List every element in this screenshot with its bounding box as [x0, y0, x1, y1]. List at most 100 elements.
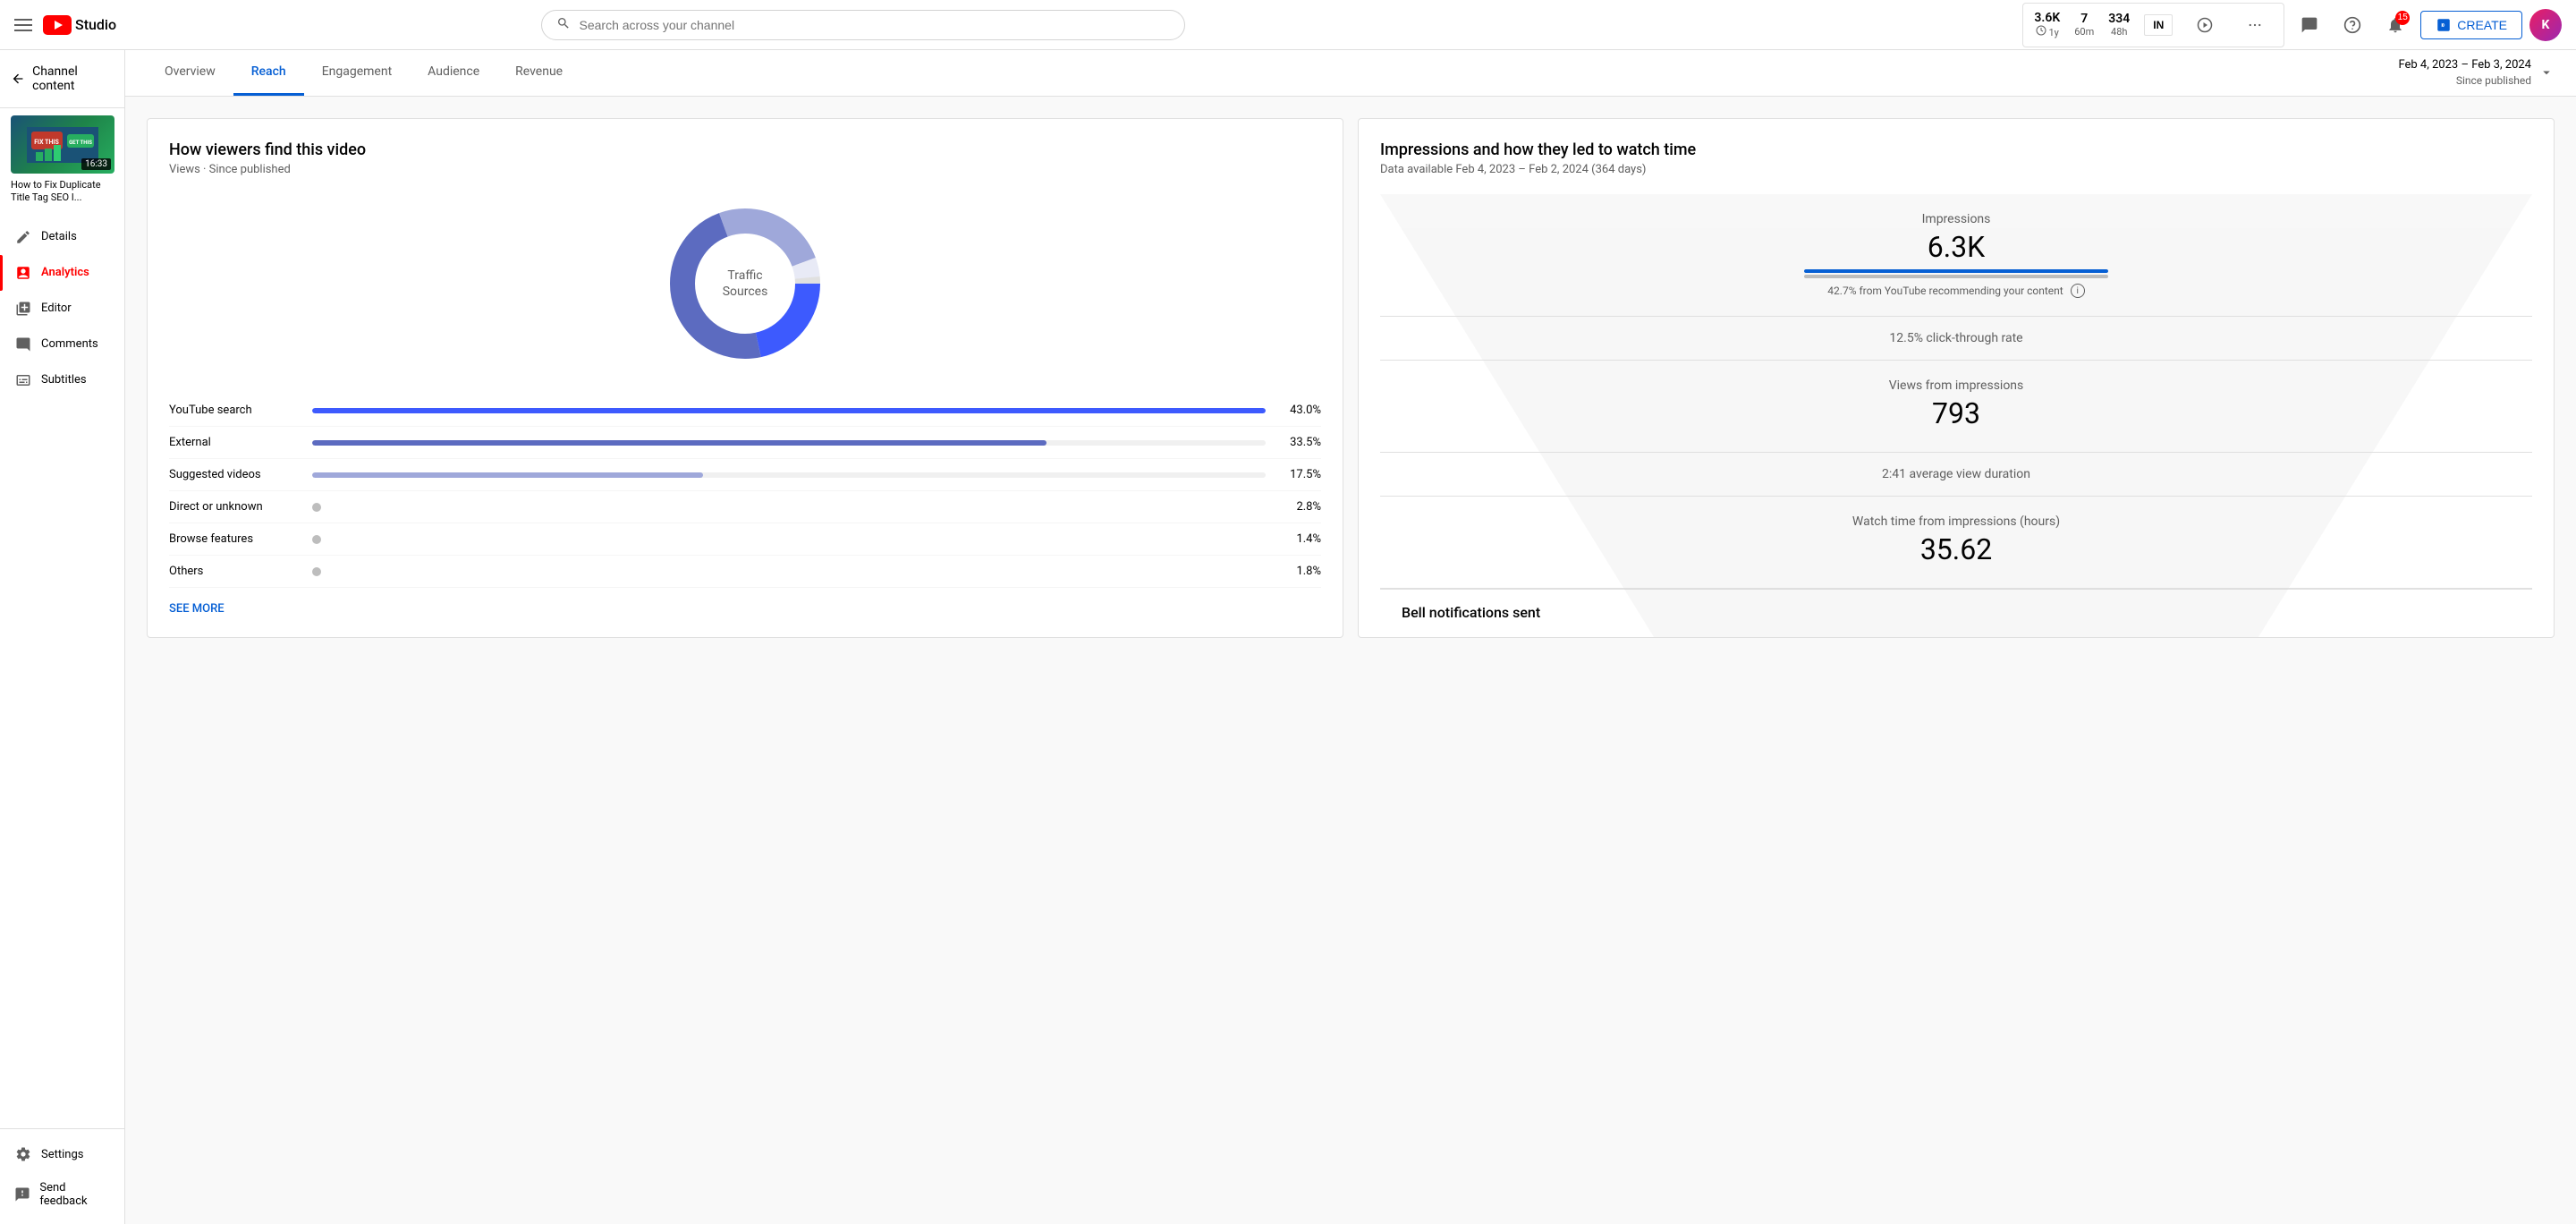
settings-icon: [14, 1145, 32, 1163]
tab-reach[interactable]: Reach: [233, 50, 304, 96]
studio-icon-btn[interactable]: IN: [2144, 14, 2173, 36]
sidebar-item-editor[interactable]: Editor: [0, 291, 124, 327]
tab-overview[interactable]: Overview: [147, 50, 233, 96]
watch-time-value: 35.62: [1394, 532, 2518, 566]
feedback-icon: [14, 1186, 30, 1203]
donut-center-label1: Traffic: [727, 268, 762, 283]
menu-button[interactable]: [14, 19, 32, 31]
ctr-label: 12.5% click-through rate: [1394, 331, 2518, 345]
impressions-value: 6.3K: [1394, 230, 2518, 264]
menu-icon-btn[interactable]: [2237, 7, 2273, 43]
traffic-sources-panel: How viewers find this video Views · Sinc…: [147, 118, 1343, 638]
top-nav: Studio 3.6K 1y 7 60m 334 48h IN: [0, 0, 2576, 50]
source-row-yt-search: YouTube search 43.0%: [169, 395, 1321, 427]
tabs-bar: Overview Reach Engagement Audience Reven…: [125, 50, 2576, 97]
impressions-metric-label: Impressions: [1394, 212, 2518, 226]
sidebar-bottom: Settings Send feedback: [0, 1128, 124, 1224]
channel-stats: 3.6K 1y 7 60m 334 48h IN: [2022, 3, 2284, 47]
sidebar-label-comments: Comments: [41, 337, 98, 351]
source-list: YouTube search 43.0% External: [169, 395, 1321, 588]
funnel-avg-duration: 2:41 average view duration: [1380, 453, 2532, 497]
sidebar: Channel content FIX THIS GET THIS: [0, 50, 125, 1224]
back-label: Channel content: [32, 64, 114, 93]
nav-right: 3.6K 1y 7 60m 334 48h IN: [2022, 3, 2562, 47]
pencil-icon: [14, 228, 32, 246]
chevron-down-icon: [2538, 64, 2555, 81]
stat-views: 3.6K 1y: [2034, 11, 2060, 38]
funnel-watch-time: Watch time from impressions (hours) 35.6…: [1380, 497, 2532, 589]
source-row-suggested: Suggested videos 17.5%: [169, 459, 1321, 491]
sidebar-item-comments[interactable]: Comments: [0, 327, 124, 362]
impressions-subtitle: Data available Feb 4, 2023 – Feb 2, 2024…: [1380, 163, 2532, 176]
sidebar-label-feedback: Send feedback: [39, 1181, 110, 1208]
sidebar-label-settings: Settings: [41, 1148, 83, 1161]
video-thumbnail: FIX THIS GET THIS 16:33: [11, 115, 114, 174]
sidebar-label-subtitles: Subtitles: [41, 373, 87, 387]
play-icon-btn[interactable]: [2187, 7, 2223, 43]
sidebar-item-details[interactable]: Details: [0, 219, 124, 255]
funnel-ctr: 12.5% click-through rate: [1380, 317, 2532, 361]
sidebar-nav: Details Analytics Editor Comments: [0, 212, 124, 1128]
tab-revenue[interactable]: Revenue: [497, 50, 580, 96]
date-range-value: Feb 4, 2023 – Feb 3, 2024: [2398, 57, 2531, 73]
donut-chart: Traffic Sources: [656, 194, 835, 373]
search-input[interactable]: [580, 18, 1170, 32]
sidebar-label-details: Details: [41, 230, 77, 243]
video-duration: 16:33: [81, 158, 111, 170]
impressions-sub: 42.7% from YouTube recommending your con…: [1394, 284, 2518, 298]
subtitles-icon-btn[interactable]: [2292, 7, 2327, 43]
traffic-sources-title: How viewers find this video: [169, 140, 1321, 159]
studio-label: Studio: [75, 16, 116, 33]
date-range-label: Since published: [2398, 73, 2531, 89]
avg-duration-label: 2:41 average view duration: [1394, 467, 2518, 481]
sidebar-item-analytics[interactable]: Analytics: [0, 255, 124, 291]
youtube-logo: [43, 15, 72, 35]
see-more-button[interactable]: SEE MORE: [169, 602, 225, 616]
info-icon[interactable]: i: [2071, 284, 2085, 298]
app-body: Channel content FIX THIS GET THIS: [0, 50, 2576, 1224]
date-range[interactable]: Feb 4, 2023 – Feb 3, 2024 Since publishe…: [2398, 57, 2555, 89]
sidebar-item-settings[interactable]: Settings: [0, 1136, 124, 1172]
subtitles-sidebar-icon: [14, 371, 32, 389]
avatar[interactable]: K: [2529, 9, 2562, 41]
analytics-icon: [14, 264, 32, 282]
impressions-title: Impressions and how they led to watch ti…: [1380, 140, 2532, 159]
stat-recent: 334 48h: [2108, 12, 2130, 38]
tab-engagement[interactable]: Engagement: [304, 50, 410, 96]
analytics-grid: How viewers find this video Views · Sinc…: [125, 97, 2576, 659]
search-icon: [556, 16, 571, 34]
video-thumb-area: FIX THIS GET THIS 16:33 How to Fix Dupli…: [0, 108, 124, 212]
notifications-btn[interactable]: 15: [2377, 7, 2413, 43]
back-button[interactable]: Channel content: [11, 64, 114, 93]
source-row-direct: Direct or unknown 2.8%: [169, 491, 1321, 523]
views-value: 793: [1394, 396, 2518, 430]
comments-icon: [14, 336, 32, 353]
traffic-sources-subtitle: Views · Since published: [169, 163, 1321, 176]
notification-badge: 15: [2395, 11, 2410, 25]
sidebar-label-analytics: Analytics: [41, 266, 89, 279]
search-bar[interactable]: [541, 10, 1185, 40]
video-title: How to Fix Duplicate Title Tag SEO I...: [11, 179, 114, 205]
funnel-impressions: Impressions 6.3K 42: [1380, 194, 2532, 317]
funnel-views: Views from impressions 793: [1380, 361, 2532, 453]
sidebar-item-feedback[interactable]: Send feedback: [0, 1172, 124, 1217]
sidebar-header: Channel content: [0, 50, 124, 108]
watch-time-label: Watch time from impressions (hours): [1394, 514, 2518, 529]
source-row-others: Others 1.8%: [169, 556, 1321, 588]
views-metric-label: Views from impressions: [1394, 378, 2518, 393]
tab-audience[interactable]: Audience: [410, 50, 497, 96]
source-row-external: External 33.5%: [169, 427, 1321, 459]
create-button[interactable]: CREATE: [2420, 11, 2522, 39]
sidebar-label-editor: Editor: [41, 302, 72, 315]
logo-area[interactable]: Studio: [43, 15, 116, 35]
funnel-wrapper: Impressions 6.3K 42: [1380, 194, 2532, 589]
stat-live: 7 60m: [2074, 12, 2094, 38]
impressions-panel: Impressions and how they led to watch ti…: [1358, 118, 2555, 638]
editor-icon: [14, 300, 32, 318]
sidebar-item-subtitles[interactable]: Subtitles: [0, 362, 124, 398]
svg-text:FIX THIS: FIX THIS: [34, 139, 59, 146]
source-row-browse: Browse features 1.4%: [169, 523, 1321, 556]
svg-text:GET THIS: GET THIS: [69, 140, 92, 146]
help-icon-btn[interactable]: [2334, 7, 2370, 43]
main-content: Overview Reach Engagement Audience Reven…: [125, 50, 2576, 1224]
